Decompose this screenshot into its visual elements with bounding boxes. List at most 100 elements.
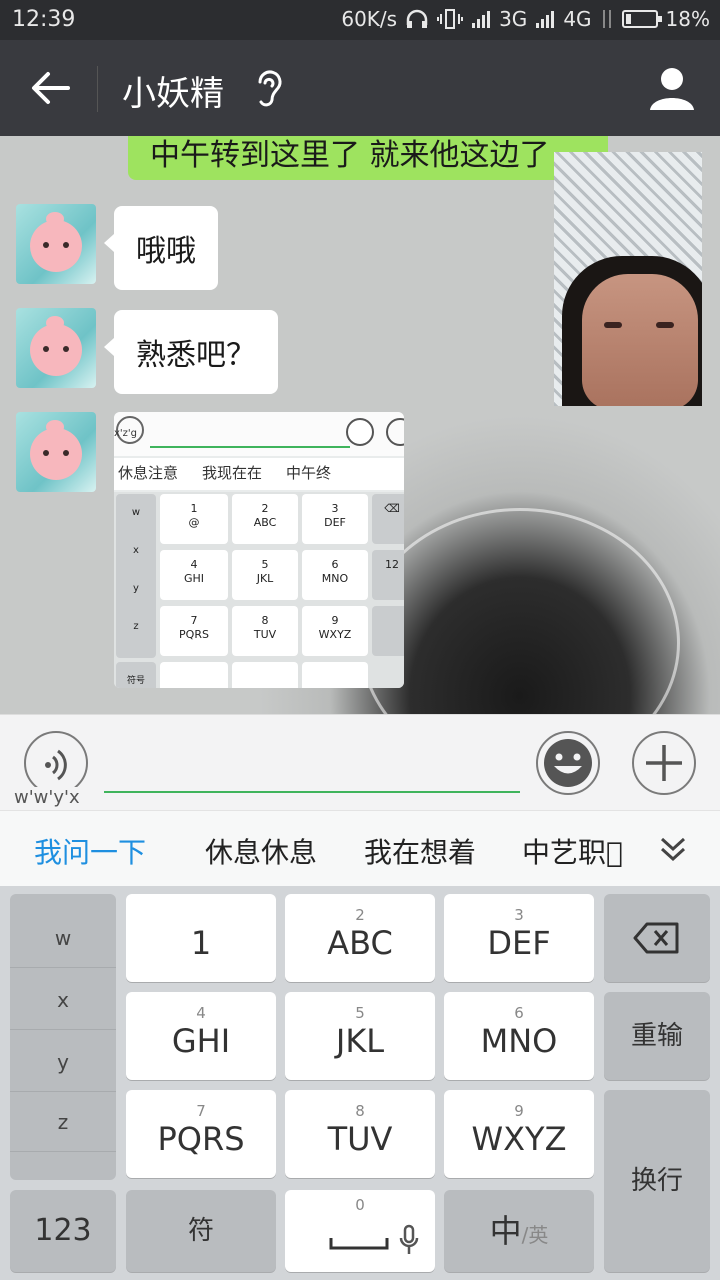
backspace-key[interactable]: [604, 894, 710, 982]
composing-text: w'w'y'x: [14, 787, 80, 808]
mini-side-key: [372, 606, 404, 656]
space-bar-icon: [329, 1238, 389, 1250]
avatar-face: [30, 324, 82, 376]
status-bar: 12:39 60K/s 3G 4G 18%: [0, 0, 720, 40]
key-number: 6: [514, 1004, 524, 1022]
mini-key-num: 5: [261, 558, 269, 571]
mini-letter: z: [133, 621, 139, 632]
ime-keyboard: w x y z 1 2 ABC 3 DEF 4 GHI 5 JKL 6 MNO 重输 7P…: [0, 886, 720, 1280]
outgoing-message-text: 中午转到这里了 就来他这边了: [150, 138, 550, 173]
voice-input-button[interactable]: [24, 731, 88, 795]
emoji-button[interactable]: [536, 731, 600, 795]
key-number: [126, 906, 276, 922]
mini-key-label: @: [188, 516, 200, 529]
newline-key[interactable]: 换行: [604, 1090, 710, 1272]
key-number: 7: [196, 1102, 206, 1120]
mini-composing-text: x'z'g: [114, 428, 138, 439]
message-input-field[interactable]: [104, 791, 520, 793]
language-chinese: 中: [489, 1212, 522, 1250]
key-label: WXYZ: [471, 1120, 567, 1158]
key-number: 4: [196, 1004, 206, 1022]
mini-candidate: 休息注意: [118, 464, 179, 482]
avatar-face: [30, 220, 82, 272]
battery-icon: [621, 10, 662, 28]
network-3g: 3G: [499, 7, 528, 31]
key-number: 0: [355, 1196, 365, 1214]
plus-icon: [646, 745, 682, 781]
background-ring: [360, 508, 680, 714]
key-6[interactable]: 6 MNO: [444, 992, 594, 1080]
outgoing-message-bubble[interactable]: 中午转到这里了 就来他这边了: [128, 136, 608, 180]
mini-key: 1 @: [160, 494, 228, 544]
mini-candidate: 中午终: [286, 464, 332, 482]
mini-key-label: PQRS: [179, 628, 209, 641]
mini-key-num: 4: [190, 558, 198, 571]
key-number: 2: [355, 906, 365, 924]
mini-key-label: ABC: [253, 516, 277, 529]
status-indicators: 60K/s 3G 4G 18%: [341, 7, 710, 31]
key-3[interactable]: 3 DEF: [444, 894, 594, 982]
video-call-preview[interactable]: [554, 152, 702, 406]
reinput-label: 重输: [630, 1021, 683, 1051]
contact-avatar[interactable]: [16, 308, 96, 388]
key-2[interactable]: 2 ABC: [285, 894, 435, 982]
key-7[interactable]: 7 PQRS: [126, 1090, 276, 1178]
newline-label: 换行: [630, 1166, 683, 1196]
key-1[interactable]: 1: [126, 894, 276, 982]
reinput-key[interactable]: 重输: [604, 992, 710, 1080]
mini-key: [232, 662, 298, 688]
mini-key: [160, 662, 228, 688]
mini-emoji-icon: [346, 418, 374, 446]
key-9[interactable]: 9 WXYZ: [444, 1090, 594, 1178]
headphone-icon: [406, 9, 428, 28]
numbers-key[interactable]: 123: [10, 1190, 116, 1272]
incoming-message-bubble[interactable]: 哦哦: [104, 206, 218, 290]
incoming-message-bubble[interactable]: 熟悉吧？: [104, 310, 278, 394]
mini-key: 9 WXYZ: [302, 606, 368, 656]
mini-key: 2 ABC: [232, 494, 298, 544]
candidate-word[interactable]: 中艺职 : [522, 831, 622, 871]
pinyin-option[interactable]: x: [10, 970, 116, 1030]
mini-side-key: 12: [372, 550, 404, 600]
mini-key: 3 DEF: [302, 494, 368, 544]
backspace-icon: [633, 922, 679, 954]
chat-title: 小妖精: [122, 74, 224, 114]
signal-icon: [536, 11, 555, 28]
microphone-icon: [399, 1224, 419, 1254]
key-label: MNO: [480, 1022, 558, 1060]
contact-avatar[interactable]: [16, 412, 96, 492]
key-label: DEF: [487, 924, 551, 962]
mini-key-num: 2: [261, 502, 269, 515]
voice-icon: [45, 749, 67, 781]
expand-candidates-icon[interactable]: [656, 831, 690, 865]
key-4[interactable]: 4 GHI: [126, 992, 276, 1080]
pinyin-option[interactable]: z: [10, 1092, 116, 1152]
earpiece-mode-icon: [258, 70, 282, 107]
candidate-word[interactable]: 我在想着: [364, 831, 476, 871]
key-number: 3: [514, 906, 524, 924]
image-message[interactable]: x'z'g 休息注意 我现在在 中午终 w x y z 1 @ 2 ABC 3 DEF…: [114, 412, 404, 688]
candidate-word[interactable]: 休息休息: [205, 831, 317, 871]
symbols-key[interactable]: 符: [126, 1190, 276, 1272]
language-switch-key[interactable]: 中/英: [444, 1190, 594, 1272]
key-8[interactable]: 8 TUV: [285, 1090, 435, 1178]
add-more-button[interactable]: [632, 731, 696, 795]
network-4g: 4G: [563, 7, 592, 31]
pinyin-selection-column[interactable]: w x y z: [10, 894, 116, 1180]
mini-input-line: [150, 446, 350, 448]
space-key[interactable]: 0: [285, 1190, 435, 1272]
symbols-label: 符: [187, 1216, 214, 1246]
key-5[interactable]: 5 JKL: [285, 992, 435, 1080]
vibrate-icon: [437, 9, 464, 29]
contact-avatar[interactable]: [16, 204, 96, 284]
pinyin-option[interactable]: w: [10, 908, 116, 968]
contact-profile-icon[interactable]: [648, 64, 696, 112]
mini-symbol-label: 符号: [126, 676, 145, 686]
smiley-icon: [544, 739, 592, 787]
candidate-bar: 我问一下 休息休息 我在想着 中艺职 : [0, 810, 720, 886]
back-arrow-icon[interactable]: [28, 66, 72, 110]
pinyin-option[interactable]: y: [10, 1032, 116, 1092]
mini-key: 7 PQRS: [160, 606, 228, 656]
candidate-word[interactable]: 我问一下: [34, 831, 146, 871]
language-english: /英: [521, 1223, 549, 1247]
